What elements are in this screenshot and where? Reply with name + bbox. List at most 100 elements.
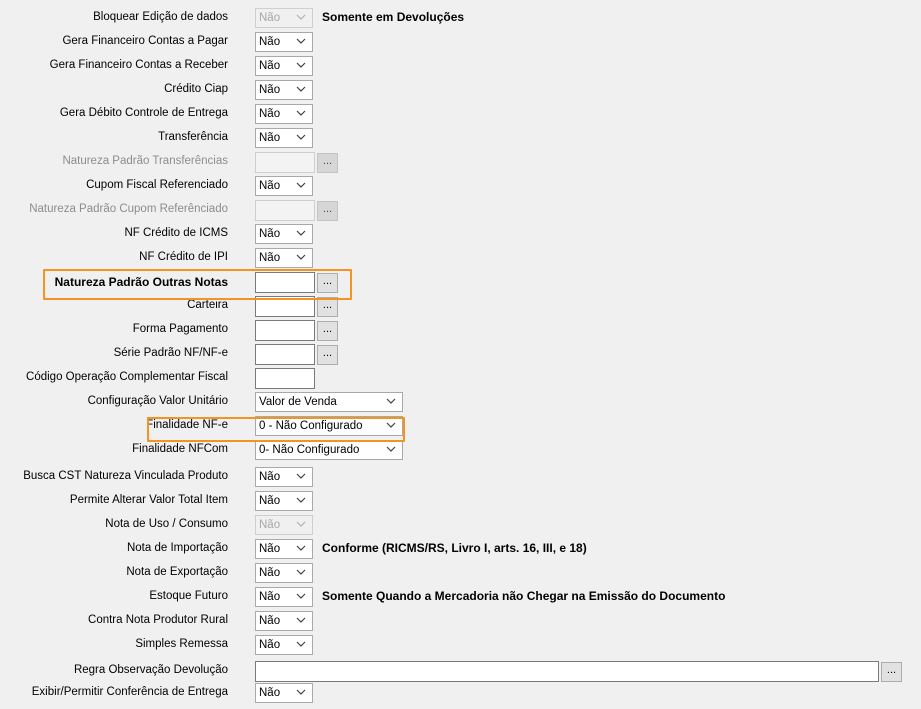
simples-remessa-value: Não <box>259 639 281 651</box>
field-row-estoque-futuro: Estoque Futuro Não Somente Quando a Mercad… <box>0 586 921 610</box>
bloquear-edicao-de-dados-note: Somente em Devoluções <box>322 10 465 24</box>
finalidade-nfcom-value: 0- Não Configurado <box>259 444 360 456</box>
gera-financeiro-contas-a-pagar-select[interactable]: Não <box>255 32 313 52</box>
credito-ciap-value: Não <box>259 84 281 96</box>
field-row-bloquear-edicao-de-dados: Bloquear Edição de dados Não Somente em De… <box>0 7 921 31</box>
nota-de-importacao-note: Conforme (RICMS/RS, Livro I, arts. 16, I… <box>322 541 587 555</box>
field-row-finalidade-nfcom: Finalidade NFCom 0- Não Configurado <box>0 439 921 463</box>
contra-nota-produtor-rural-select[interactable]: Não <box>255 611 313 631</box>
contra-nota-produtor-rural-value: Não <box>259 615 281 627</box>
field-row-simples-remessa: Simples Remessa Não <box>0 634 921 658</box>
gera-debito-controle-de-entrega-select[interactable]: Não <box>255 104 313 124</box>
finalidade-nfcom-select[interactable]: 0- Não Configurado <box>255 440 403 460</box>
chevron-down-icon <box>296 249 308 267</box>
forma-pagamento-input[interactable] <box>255 320 315 341</box>
serie-padrao-nf-nf-e-input[interactable] <box>255 344 315 365</box>
field-row-exibir-permitir-conferencia-de-entrega: Exibir/Permitir Conferência de Entrega Nã… <box>0 682 921 706</box>
estoque-futuro-select[interactable]: Não <box>255 587 313 607</box>
nota-de-importacao-value: Não <box>259 543 281 555</box>
estoque-futuro-note: Somente Quando a Mercadoria não Chegar n… <box>322 589 726 603</box>
chevron-down-icon <box>296 684 308 702</box>
chevron-down-icon <box>296 492 308 510</box>
field-row-configuracao-valor-unitario: Configuração Valor Unitário Valor de Vend… <box>0 391 921 415</box>
chevron-down-icon <box>296 105 308 123</box>
natureza-padrao-transferencias-lookup-button: ... <box>317 153 338 173</box>
gera-financeiro-contas-a-pagar-label: Gera Financeiro Contas a Pagar <box>62 35 228 47</box>
finalidade-nfcom-label: Finalidade NFCom <box>132 443 228 455</box>
regra-observacao-devolucao-input[interactable] <box>255 661 879 682</box>
codigo-operacao-complementar-fiscal-input[interactable] <box>255 368 315 389</box>
natureza-padrao-cupom-referenciado-lookup-button: ... <box>317 201 338 221</box>
busca-cst-natureza-vinculada-produto-value: Não <box>259 471 281 483</box>
field-row-carteira: Carteira... <box>0 295 921 319</box>
natureza-padrao-transferencias-input <box>255 152 315 173</box>
nota-de-exportacao-value: Não <box>259 567 281 579</box>
gera-financeiro-contas-a-receber-label: Gera Financeiro Contas a Receber <box>49 59 228 71</box>
nota-de-exportacao-label: Nota de Exportação <box>126 566 228 578</box>
nf-credito-de-icms-label: NF Crédito de ICMS <box>124 227 228 239</box>
chevron-down-icon <box>296 468 308 486</box>
gera-financeiro-contas-a-pagar-value: Não <box>259 36 281 48</box>
gera-financeiro-contas-a-receber-select[interactable]: Não <box>255 56 313 76</box>
finalidade-nf-e-select[interactable]: 0 - Não Configurado <box>255 416 403 436</box>
contra-nota-produtor-rural-label: Contra Nota Produtor Rural <box>88 614 228 626</box>
finalidade-nf-e-value: 0 - Não Configurado <box>259 420 363 432</box>
nota-de-importacao-select[interactable]: Não <box>255 539 313 559</box>
codigo-operacao-complementar-fiscal-label: Código Operação Complementar Fiscal <box>26 371 228 383</box>
field-row-forma-pagamento: Forma Pagamento... <box>0 319 921 343</box>
chevron-down-icon <box>386 441 398 459</box>
nf-credito-de-icms-select[interactable]: Não <box>255 224 313 244</box>
field-row-serie-padrao-nf-nf-e: Série Padrão NF/NF-e... <box>0 343 921 367</box>
carteira-input[interactable] <box>255 296 315 317</box>
configuracao-valor-unitario-select[interactable]: Valor de Venda <box>255 392 403 412</box>
regra-observacao-devolucao-lookup-button[interactable]: ... <box>881 662 902 682</box>
nf-credito-de-ipi-label: NF Crédito de IPI <box>139 251 228 263</box>
simples-remessa-select[interactable]: Não <box>255 635 313 655</box>
busca-cst-natureza-vinculada-produto-select[interactable]: Não <box>255 467 313 487</box>
cupom-fiscal-referenciado-label: Cupom Fiscal Referenciado <box>86 179 228 191</box>
transferencia-label: Transferência <box>158 131 228 143</box>
gera-financeiro-contas-a-receber-value: Não <box>259 60 281 72</box>
chevron-down-icon <box>296 33 308 51</box>
regra-observacao-devolucao-label: Regra Observação Devolução <box>73 664 228 676</box>
nota-de-exportacao-select[interactable]: Não <box>255 563 313 583</box>
field-row-natureza-padrao-cupom-referenciado: Natureza Padrão Cupom Referênciado... <box>0 199 921 223</box>
exibir-permitir-conferencia-de-entrega-select[interactable]: Não <box>255 683 313 703</box>
forma-pagamento-lookup-button[interactable]: ... <box>317 321 338 341</box>
field-row-codigo-operacao-complementar-fiscal: Código Operação Complementar Fiscal <box>0 367 921 391</box>
natureza-padrao-outras-notas-input[interactable] <box>255 272 315 293</box>
carteira-lookup-button[interactable]: ... <box>317 297 338 317</box>
cupom-fiscal-referenciado-value: Não <box>259 180 281 192</box>
field-row-natureza-padrao-outras-notas: Natureza Padrão Outras Notas... <box>0 271 921 295</box>
transferencia-select[interactable]: Não <box>255 128 313 148</box>
field-row-cupom-fiscal-referenciado: Cupom Fiscal Referenciado Não <box>0 175 921 199</box>
natureza-padrao-cupom-referenciado-input <box>255 200 315 221</box>
finalidade-nf-e-label: Finalidade NF-e <box>146 419 228 431</box>
field-row-nota-de-importacao: Nota de Importação Não Conforme (RICMS/RS,… <box>0 538 921 562</box>
field-row-nota-de-uso-consumo: Nota de Uso / Consumo Não <box>0 514 921 538</box>
nota-de-uso-consumo-value: Não <box>259 519 281 531</box>
nota-de-uso-consumo-label: Nota de Uso / Consumo <box>105 518 228 530</box>
chevron-down-icon <box>296 516 308 534</box>
cupom-fiscal-referenciado-select[interactable]: Não <box>255 176 313 196</box>
bloquear-edicao-de-dados-select: Não <box>255 8 313 28</box>
natureza-padrao-transferencias-label: Natureza Padrão Transferências <box>62 155 228 167</box>
chevron-down-icon <box>386 393 398 411</box>
busca-cst-natureza-vinculada-produto-label: Busca CST Natureza Vinculada Produto <box>23 470 228 482</box>
forma-pagamento-label: Forma Pagamento <box>132 323 228 335</box>
chevron-down-icon <box>296 588 308 606</box>
field-row-contra-nota-produtor-rural: Contra Nota Produtor Rural Não <box>0 610 921 634</box>
credito-ciap-select[interactable]: Não <box>255 80 313 100</box>
permite-alterar-valor-total-item-select[interactable]: Não <box>255 491 313 511</box>
field-row-nota-de-exportacao: Nota de Exportação Não <box>0 562 921 586</box>
gera-debito-controle-de-entrega-value: Não <box>259 108 281 120</box>
chevron-down-icon <box>296 177 308 195</box>
field-row-regra-observacao-devolucao: Regra Observação Devolução... <box>0 660 921 684</box>
natureza-padrao-cupom-referenciado-label: Natureza Padrão Cupom Referênciado <box>29 203 228 215</box>
natureza-padrao-outras-notas-lookup-button[interactable]: ... <box>317 273 338 293</box>
field-row-permite-alterar-valor-total-item: Permite Alterar Valor Total Item Não <box>0 490 921 514</box>
field-row-nf-credito-de-icms: NF Crédito de ICMS Não <box>0 223 921 247</box>
natureza-padrao-outras-notas-label: Natureza Padrão Outras Notas <box>54 275 228 289</box>
nf-credito-de-ipi-select[interactable]: Não <box>255 248 313 268</box>
serie-padrao-nf-nf-e-lookup-button[interactable]: ... <box>317 345 338 365</box>
